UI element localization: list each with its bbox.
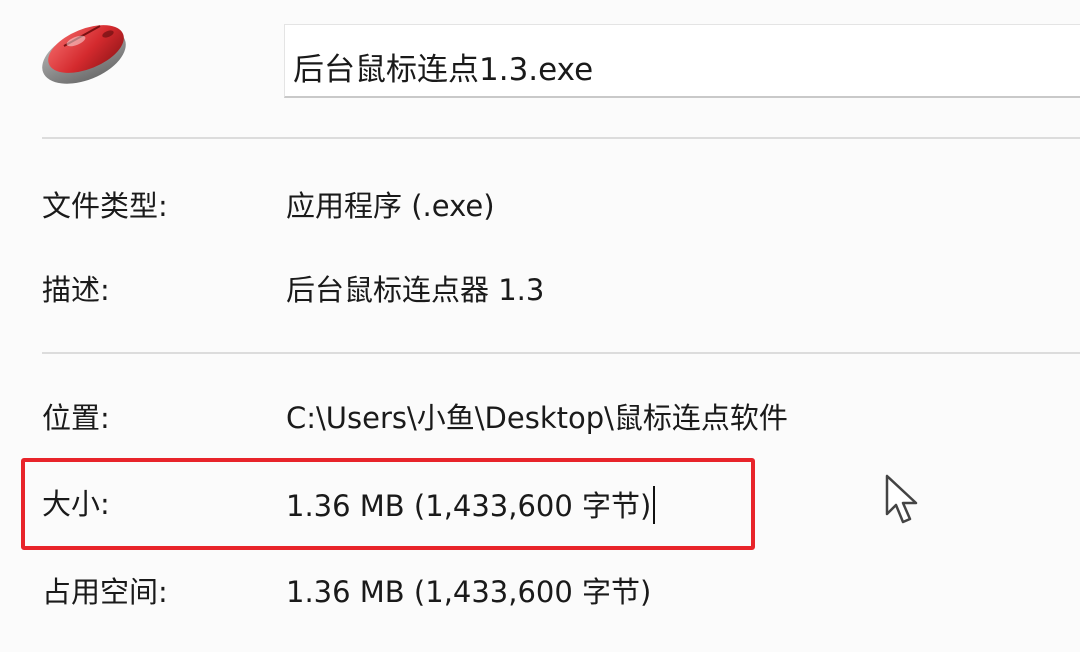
location-value[interactable]: C:\Users\小鱼\Desktop\鼠标连点软件 bbox=[286, 400, 788, 436]
filename-input[interactable] bbox=[284, 24, 1080, 98]
description-label: 描述: bbox=[42, 273, 110, 307]
mouse-icon bbox=[42, 25, 126, 84]
arrow-cursor-icon bbox=[885, 474, 918, 524]
file-type-label: 文件类型: bbox=[42, 189, 168, 223]
location-label: 位置: bbox=[42, 401, 110, 435]
file-type-value: 应用程序 (.exe) bbox=[286, 189, 495, 223]
size-on-disk-value[interactable]: 1.36 MB (1,433,600 字节) bbox=[286, 574, 651, 610]
description-value: 后台鼠标连点器 1.3 bbox=[286, 273, 545, 307]
divider bbox=[42, 137, 1080, 139]
highlight-box bbox=[21, 458, 755, 550]
size-on-disk-label: 占用空间: bbox=[42, 575, 168, 609]
divider bbox=[42, 352, 1080, 354]
